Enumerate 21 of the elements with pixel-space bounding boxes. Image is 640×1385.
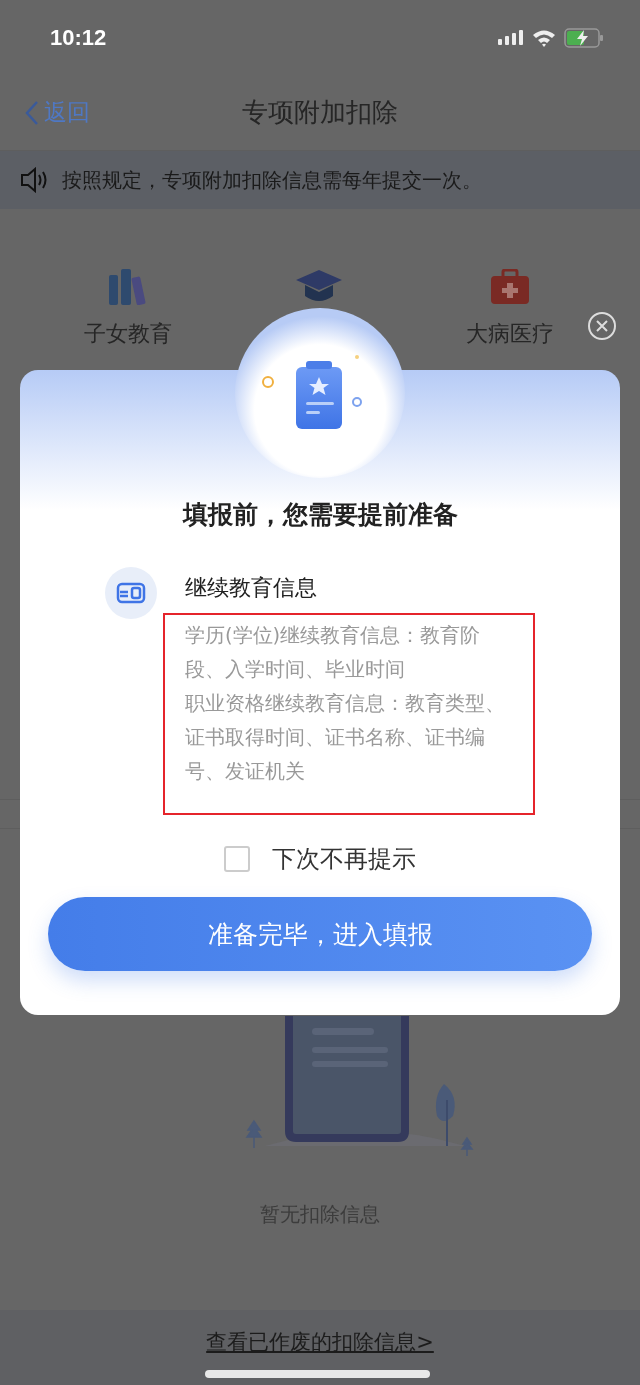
requirement-text: 职业资格继续教育信息：教育类型、证书取得时间、证书名称、证书编号、发证机关 — [185, 691, 506, 785]
checkbox-label[interactable]: 下次不再提示 — [272, 843, 416, 875]
close-icon[interactable] — [587, 311, 617, 341]
card-icon — [105, 567, 157, 619]
notice-text: 按照规定，专项附加扣除信息需每年提交一次。 — [62, 166, 482, 194]
proceed-button[interactable]: 准备完毕，进入填报 — [48, 897, 592, 971]
item-title: 继续教育信息 — [184, 574, 318, 602]
wifi-icon — [532, 28, 556, 47]
battery-charging-icon — [564, 27, 604, 48]
voided-deductions-link[interactable]: 查看已作废的扣除信息> — [206, 1328, 434, 1356]
category-label[interactable]: 子女教育 — [84, 319, 172, 349]
dialog-title: 填报前，您需要提前准备 — [182, 499, 458, 531]
status-time: 10:12 — [50, 24, 107, 51]
first-aid-kit-icon — [491, 269, 529, 305]
category-label[interactable]: 大病医疗 — [466, 319, 554, 349]
chevron-left-icon — [24, 99, 40, 126]
requirement-text: 学历(学位)继续教育信息：教育阶段、入学时间、毕业时间 — [185, 623, 482, 683]
checkbox[interactable] — [224, 846, 250, 872]
books-icon — [108, 269, 148, 305]
page-title: 专项附加扣除 — [242, 96, 398, 129]
signal-icon — [498, 29, 524, 46]
